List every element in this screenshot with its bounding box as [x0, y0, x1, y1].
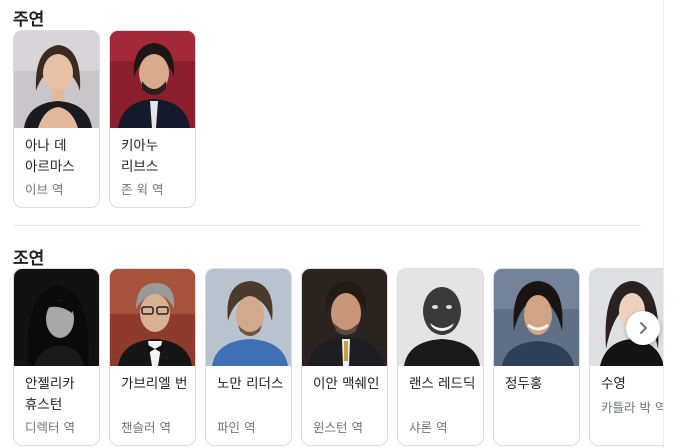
actor-name: 수영	[601, 376, 626, 392]
cast-card-lance-reddick[interactable]: 랜스 레드딕 샤론 역	[397, 268, 484, 446]
actor-name: 아나 데 아르마스	[25, 138, 75, 175]
actor-name: 안젤리카 휴스턴	[25, 376, 75, 413]
supporting-cast-row: 안젤리카 휴스턴 디렉터 역 가브리엘 번 챈슬러 역 노만 리더스 파인 역 …	[13, 268, 663, 448]
actor-photo	[14, 31, 99, 128]
role-name: 챈슬러 역	[121, 420, 171, 435]
panel-border	[663, 0, 664, 448]
role-name: 존 윅 역	[121, 182, 164, 197]
actor-photo	[14, 269, 99, 366]
lead-cast-heading: 주연	[13, 10, 45, 30]
role-name: 이브 역	[25, 182, 64, 197]
actor-photo	[110, 269, 195, 366]
cast-card-sooyoung[interactable]: 수영 카틀라 박 역	[589, 268, 663, 446]
actor-photo	[206, 269, 291, 366]
actor-name: 이안 맥쉐인	[313, 376, 380, 392]
cast-card-jeong-du-hong[interactable]: 정두홍	[493, 268, 580, 446]
actor-photo	[302, 269, 387, 366]
role-name: 카틀라 박 역	[601, 400, 663, 415]
chevron-right-icon	[640, 322, 647, 334]
actor-name: 정두홍	[505, 376, 543, 392]
cast-card-anjelica-huston[interactable]: 안젤리카 휴스턴 디렉터 역	[13, 268, 100, 446]
section-divider	[13, 225, 641, 226]
cast-card-ana-de-armas[interactable]: 아나 데 아르마스 이브 역	[13, 30, 100, 208]
supporting-cast-heading: 조연	[13, 249, 45, 269]
role-name: 디렉터 역	[25, 420, 75, 435]
cast-card-norman-reedus[interactable]: 노만 리더스 파인 역	[205, 268, 292, 446]
actor-name: 가브리엘 번	[121, 376, 188, 392]
actor-name: 키아누 리브스	[121, 138, 159, 175]
cast-card-gabriel-byrne[interactable]: 가브리엘 번 챈슬러 역	[109, 268, 196, 446]
actor-name: 랜스 레드딕	[409, 376, 476, 392]
role-name: 샤론 역	[409, 420, 448, 435]
actor-photo	[398, 269, 483, 366]
cast-card-keanu-reeves[interactable]: 키아누 리브스 존 윅 역	[109, 30, 196, 208]
actor-photo	[494, 269, 579, 366]
actor-name: 노만 리더스	[217, 376, 284, 392]
carousel-next-button[interactable]	[626, 311, 660, 345]
lead-cast-row: 아나 데 아르마스 이브 역 키아누 리브스 존 윅 역	[13, 30, 653, 210]
actor-photo	[110, 31, 195, 128]
cast-card-ian-mcshane[interactable]: 이안 맥쉐인 윈스턴 역	[301, 268, 388, 446]
role-name: 윈스턴 역	[313, 420, 363, 435]
role-name: 파인 역	[217, 420, 256, 435]
